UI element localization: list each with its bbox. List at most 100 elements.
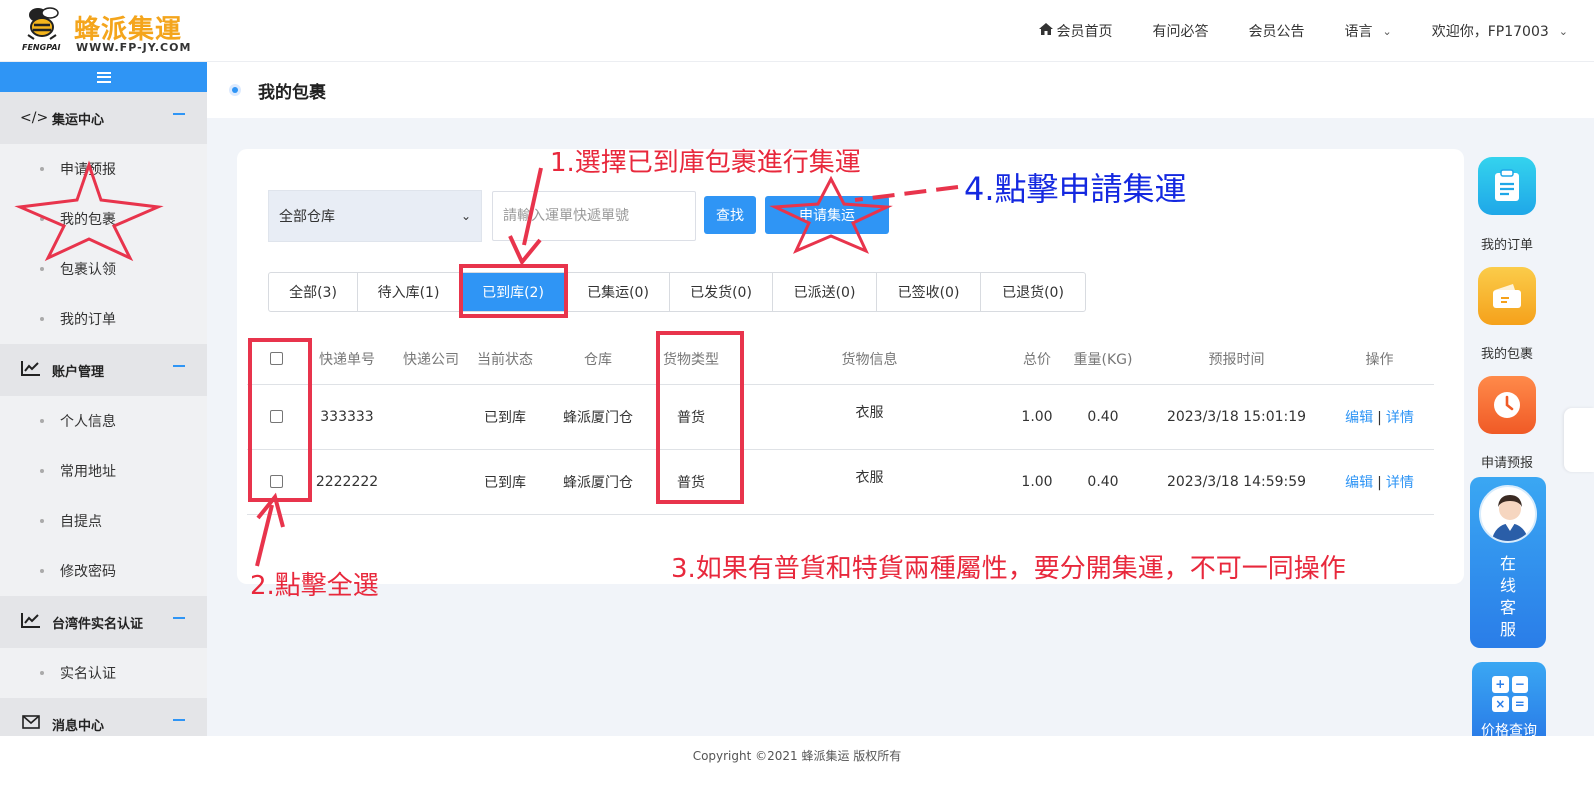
sidebar-group-logistics[interactable]: </> 集运中心 [0,92,207,144]
page-title-bar: 我的包裹 [207,62,1594,118]
tab-returned[interactable]: 已退货(0) [981,273,1085,311]
brand-logo[interactable]: FENGPAI 蜂派集運 WWW.FP-JY.COM [20,5,190,57]
annotation-step4: 4.點擊申請集運 [964,170,1187,208]
bullet-icon [40,519,44,523]
col-time: 预报时间 [1148,334,1325,385]
sidebar-item-my-packages[interactable]: 我的包裹 [0,194,207,244]
online-service-label: 在线客服 [1470,553,1546,641]
tab-all[interactable]: 全部(3) [269,273,358,311]
nav-home-label: 会员首页 [1056,24,1113,40]
packages-card: 全部仓库 ⌄ 查找 申请集运 全部(3) 待入库(1) 已到库(2) 已集运(0… [237,149,1464,584]
float-orders-button[interactable] [1478,157,1536,215]
sidebar-item-password[interactable]: 修改密码 [0,546,207,596]
copyright-text: Copyright ©2021 蜂派集运 版权所有 [692,749,902,763]
float-packages-button[interactable] [1478,267,1536,325]
nav-faq[interactable]: 有问必答 [1153,21,1209,41]
highlight-box-checkboxes [248,338,312,502]
apply-consolidation-button[interactable]: 申请集运 [765,196,889,234]
sidebar-item-pickup[interactable]: 自提点 [0,496,207,546]
nav-user-label: 欢迎你，FP17003 [1431,24,1549,40]
bullet-icon [40,569,44,573]
nav-language[interactable]: 语言 ⌄ [1345,21,1392,41]
detail-link[interactable]: 详情 [1386,475,1414,491]
collapse-icon[interactable] [173,617,185,619]
find-button[interactable]: 查找 [704,196,756,234]
col-tracking: 快递单号 [305,334,389,385]
cell-tracking: 333333 [305,384,389,450]
collapse-icon[interactable] [173,113,185,115]
top-nav: 会员首页 有问必答 会员公告 语言 ⌄ 欢迎你，FP17003 ⌄ [999,0,1568,62]
bullet-icon [40,267,44,271]
cell-info-text: 衣服 [855,404,884,421]
clock-icon [1494,392,1520,418]
sidebar-group-messages[interactable]: 消息中心 [0,698,207,736]
float-packages-label: 我的包裹 [1480,347,1533,362]
page-title: 我的包裹 [258,83,326,103]
sidebar-item-address[interactable]: 常用地址 [0,446,207,496]
sidebar-item-label: 自提点 [60,514,102,530]
table-row: 333333 已到库 蜂派厦门仓 普货 衣服 1.00 0.40 2023/3/… [247,384,1434,450]
calculator-icon: + − × = [1492,676,1528,712]
tracking-search-input[interactable] [492,191,696,241]
collapse-icon[interactable] [173,719,185,721]
cell-info: 衣服 [723,384,1016,450]
sidebar-item-forecast[interactable]: 申请预报 [0,144,207,194]
sidebar-item-label: 实名认证 [60,666,116,682]
cell-total: 1.00 [1016,449,1058,515]
float-forecast-button[interactable] [1478,376,1536,434]
tab-dispatched[interactable]: 已派送(0) [773,273,877,311]
brand-url: WWW.FP-JY.COM [76,41,192,54]
nav-notice-label: 会员公告 [1248,24,1305,40]
brand-sub: FENGPAI [22,43,61,52]
cell-time: 2023/3/18 14:59:59 [1148,449,1325,515]
cell-total: 1.00 [1016,384,1058,450]
highlight-box-goods-type [656,331,744,504]
cell-status: 已到库 [473,449,537,515]
sidebar-group-account[interactable]: 账户管理 [0,344,207,396]
sidebar-item-claim[interactable]: 包裹认领 [0,244,207,294]
action-separator: | [1377,409,1382,426]
nav-user[interactable]: 欢迎你，FP17003 ⌄ [1432,21,1568,41]
sidebar-group-label: 账户管理 [52,364,105,380]
cell-actions: 编辑 | 详情 [1325,449,1434,515]
sidebar-item-profile[interactable]: 个人信息 [0,396,207,446]
annotation-step2: 2.點擊全選 [250,571,379,601]
nav-language-label: 语言 [1344,24,1373,40]
clipboard-icon [1495,169,1519,201]
edit-link[interactable]: 编辑 [1345,475,1373,491]
cell-warehouse: 蜂派厦门仓 [537,449,659,515]
sidebar-item-verify[interactable]: 实名认证 [0,648,207,698]
sidebar: </> 集运中心 申请预报 我的包裹 包裹认领 我的订单 账户管理 个人信息 常… [0,62,207,736]
sidebar-group-taiwan-id[interactable]: 台湾件实名认证 [0,596,207,648]
online-service-panel[interactable]: 在线客服 [1470,477,1546,648]
sidebar-item-label: 包裹认领 [60,262,116,278]
tab-signed[interactable]: 已签收(0) [877,273,981,311]
collapse-icon[interactable] [173,365,185,367]
sidebar-toggle[interactable] [0,62,207,92]
tab-shipped[interactable]: 已发货(0) [670,273,773,311]
highlight-box-arrived-tab [459,264,568,318]
edit-link[interactable]: 编辑 [1345,410,1373,426]
tab-consolidated[interactable]: 已集运(0) [567,273,670,311]
tab-pending[interactable]: 待入库(1) [358,273,460,311]
bullet-icon [40,469,44,473]
price-query-panel[interactable]: + − × = 价格查询 [1472,662,1546,736]
sidebar-group-label: 集运中心 [52,112,105,128]
sidebar-item-my-orders[interactable]: 我的订单 [0,294,207,344]
home-icon [1038,23,1053,39]
cell-info-text: 衣服 [855,469,884,486]
cell-weight: 0.40 [1058,384,1148,450]
sidebar-item-label: 个人信息 [60,414,116,430]
detail-link[interactable]: 详情 [1386,410,1414,426]
col-info: 货物信息 [723,334,1016,385]
nav-notice[interactable]: 会员公告 [1249,21,1305,41]
cell-weight: 0.40 [1058,449,1148,515]
nav-home[interactable]: 会员首页 [1038,21,1113,41]
chevron-down-icon: ⌄ [1382,24,1392,38]
warehouse-select[interactable]: 全部仓库 ⌄ [268,190,482,242]
code-icon: </> [20,110,49,126]
side-edge-tab[interactable] [1564,408,1594,472]
title-dot-icon [229,84,241,96]
agent-avatar [1479,485,1537,543]
sidebar-group-label: 消息中心 [52,718,105,734]
